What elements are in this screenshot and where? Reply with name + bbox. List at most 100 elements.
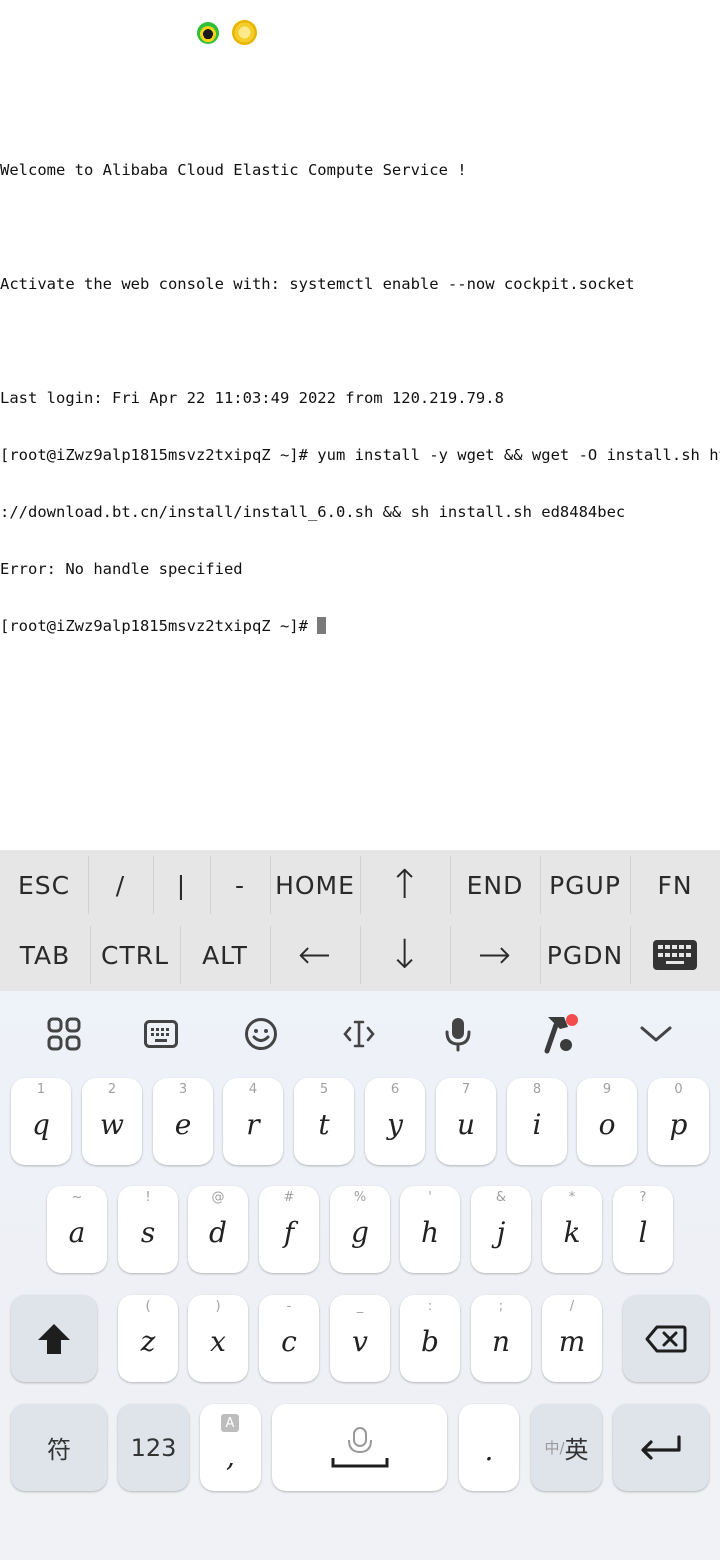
- esc-key[interactable]: ESC: [0, 850, 88, 920]
- key-label: f: [283, 1216, 295, 1249]
- terminal-line: Last login: Fri Apr 22 11:03:49 2022 fro…: [0, 389, 504, 407]
- key-label: z: [140, 1325, 156, 1358]
- key-label: .: [484, 1434, 494, 1467]
- key-s[interactable]: ! s: [118, 1186, 178, 1273]
- key-a[interactable]: ~ a: [47, 1186, 107, 1273]
- key-i[interactable]: 8i: [507, 1078, 567, 1165]
- key-x[interactable]: ) x: [188, 1295, 248, 1382]
- soft-keyboard: 1q 2w 3e 4r 5t 6y 7u 8i 9o 0p ~ a ! s @ d #…: [0, 991, 720, 1560]
- key-m[interactable]: / m: [542, 1295, 602, 1382]
- key-c[interactable]: -c: [259, 1295, 319, 1382]
- terminal-prompt-line: [root@iZwz9alp1815msvz2txipqZ ~]#: [0, 617, 720, 636]
- terminal-line: [root@iZwz9alp1815msvz2txipqZ ~]# yum in…: [0, 446, 720, 464]
- key-v[interactable]: _ v: [330, 1295, 390, 1382]
- key-label: 符: [47, 1436, 71, 1464]
- pgup-key[interactable]: PGUP: [540, 850, 630, 920]
- key-g[interactable]: % g: [330, 1186, 390, 1273]
- enter-key[interactable]: [613, 1404, 709, 1491]
- emoji-button[interactable]: [236, 1011, 286, 1057]
- key-label: b: [421, 1325, 439, 1358]
- key-d[interactable]: @ d: [188, 1186, 248, 1273]
- smiley-icon: [245, 1018, 277, 1050]
- key-t[interactable]: 5t: [294, 1078, 354, 1165]
- key-label: u: [456, 1108, 476, 1141]
- cursor-edit-button[interactable]: [334, 1011, 384, 1057]
- key-hint: (: [145, 1299, 151, 1314]
- comma-key[interactable]: A ,: [200, 1404, 261, 1491]
- key-label: v: [352, 1325, 368, 1358]
- arrow-down-key[interactable]: ↓: [360, 920, 450, 990]
- skin-theme-button[interactable]: [535, 1011, 585, 1057]
- key-label: l: [638, 1216, 648, 1249]
- key-n[interactable]: ; n: [471, 1295, 531, 1382]
- key-y[interactable]: 6y: [365, 1078, 425, 1165]
- key-w[interactable]: 2w: [82, 1078, 142, 1165]
- backspace-key[interactable]: [623, 1295, 709, 1382]
- key-p[interactable]: 0p: [648, 1078, 709, 1165]
- fn-key[interactable]: FN: [630, 850, 720, 920]
- microphone-space-icon: [331, 1426, 388, 1467]
- space-key[interactable]: [272, 1404, 447, 1491]
- dash-key[interactable]: -: [210, 850, 270, 920]
- home-key[interactable]: HOME: [270, 850, 360, 920]
- key-b[interactable]: :b: [400, 1295, 460, 1382]
- key-k[interactable]: * k: [542, 1186, 602, 1273]
- arrow-right-key[interactable]: →: [450, 920, 540, 990]
- pipe-key[interactable]: |: [153, 850, 210, 920]
- key-z[interactable]: (z: [118, 1295, 178, 1382]
- arrow-left-key[interactable]: ←: [270, 920, 360, 990]
- key-hint: *: [568, 1190, 576, 1205]
- alt-key[interactable]: ALT: [180, 920, 270, 990]
- lang-inactive-label: 中/: [544, 1439, 565, 1457]
- numbers-key[interactable]: 123: [118, 1404, 189, 1491]
- status-bar: [0, 0, 720, 66]
- hammer-icon: [544, 1014, 578, 1054]
- language-switch-key[interactable]: 中/英: [531, 1404, 602, 1491]
- tab-key[interactable]: TAB: [0, 920, 90, 990]
- key-label: 123: [130, 1433, 177, 1462]
- key-r[interactable]: 4r: [223, 1078, 283, 1165]
- voice-input-button[interactable]: [433, 1011, 483, 1057]
- key-f[interactable]: # f: [259, 1186, 319, 1273]
- key-e[interactable]: 3e: [153, 1078, 213, 1165]
- key-hint: 8: [532, 1082, 542, 1097]
- terminal-output[interactable]: Welcome to Alibaba Cloud Elastic Compute…: [0, 66, 720, 850]
- shift-arrow-icon: [38, 1323, 70, 1354]
- music-app-icon: [197, 22, 219, 44]
- key-u[interactable]: 7u: [436, 1078, 496, 1165]
- terminal-line: Welcome to Alibaba Cloud Elastic Compute…: [0, 161, 467, 179]
- key-hint: 1: [36, 1082, 46, 1097]
- ctrl-key[interactable]: CTRL: [90, 920, 180, 990]
- shift-key[interactable]: [11, 1295, 97, 1382]
- symbols-key[interactable]: 符: [11, 1404, 107, 1491]
- key-h[interactable]: ' h: [400, 1186, 460, 1273]
- arrow-up-key[interactable]: ↑: [360, 850, 450, 920]
- key-q[interactable]: 1q: [11, 1078, 71, 1165]
- end-key[interactable]: END: [450, 850, 540, 920]
- key-l[interactable]: ? l: [613, 1186, 673, 1273]
- key-hint: !: [145, 1190, 151, 1205]
- hide-keyboard-button[interactable]: [631, 1011, 681, 1057]
- key-label: p: [669, 1108, 688, 1141]
- key-hint: /: [569, 1299, 575, 1314]
- key-hint: _: [356, 1299, 364, 1314]
- key-j[interactable]: & j: [471, 1186, 531, 1273]
- key-o[interactable]: 9o: [577, 1078, 637, 1165]
- enter-return-icon: [641, 1434, 681, 1460]
- key-hint: ;: [498, 1299, 504, 1314]
- terminal-line: Error: No handle specified: [0, 560, 243, 578]
- key-label: k: [563, 1216, 581, 1249]
- key-hint: 0: [674, 1082, 683, 1097]
- key-hint: 3: [178, 1082, 188, 1097]
- keyboard-icon: [144, 1020, 178, 1048]
- key-hint: 9: [602, 1082, 612, 1097]
- pgdn-key[interactable]: PGDN: [540, 920, 630, 990]
- period-key[interactable]: .: [459, 1404, 519, 1491]
- keyboard-toggle-key[interactable]: [630, 920, 720, 990]
- keyboard-layout-button[interactable]: [136, 1011, 186, 1057]
- slash-key[interactable]: /: [88, 850, 153, 920]
- key-label: g: [351, 1216, 369, 1249]
- apps-grid-button[interactable]: [39, 1011, 89, 1057]
